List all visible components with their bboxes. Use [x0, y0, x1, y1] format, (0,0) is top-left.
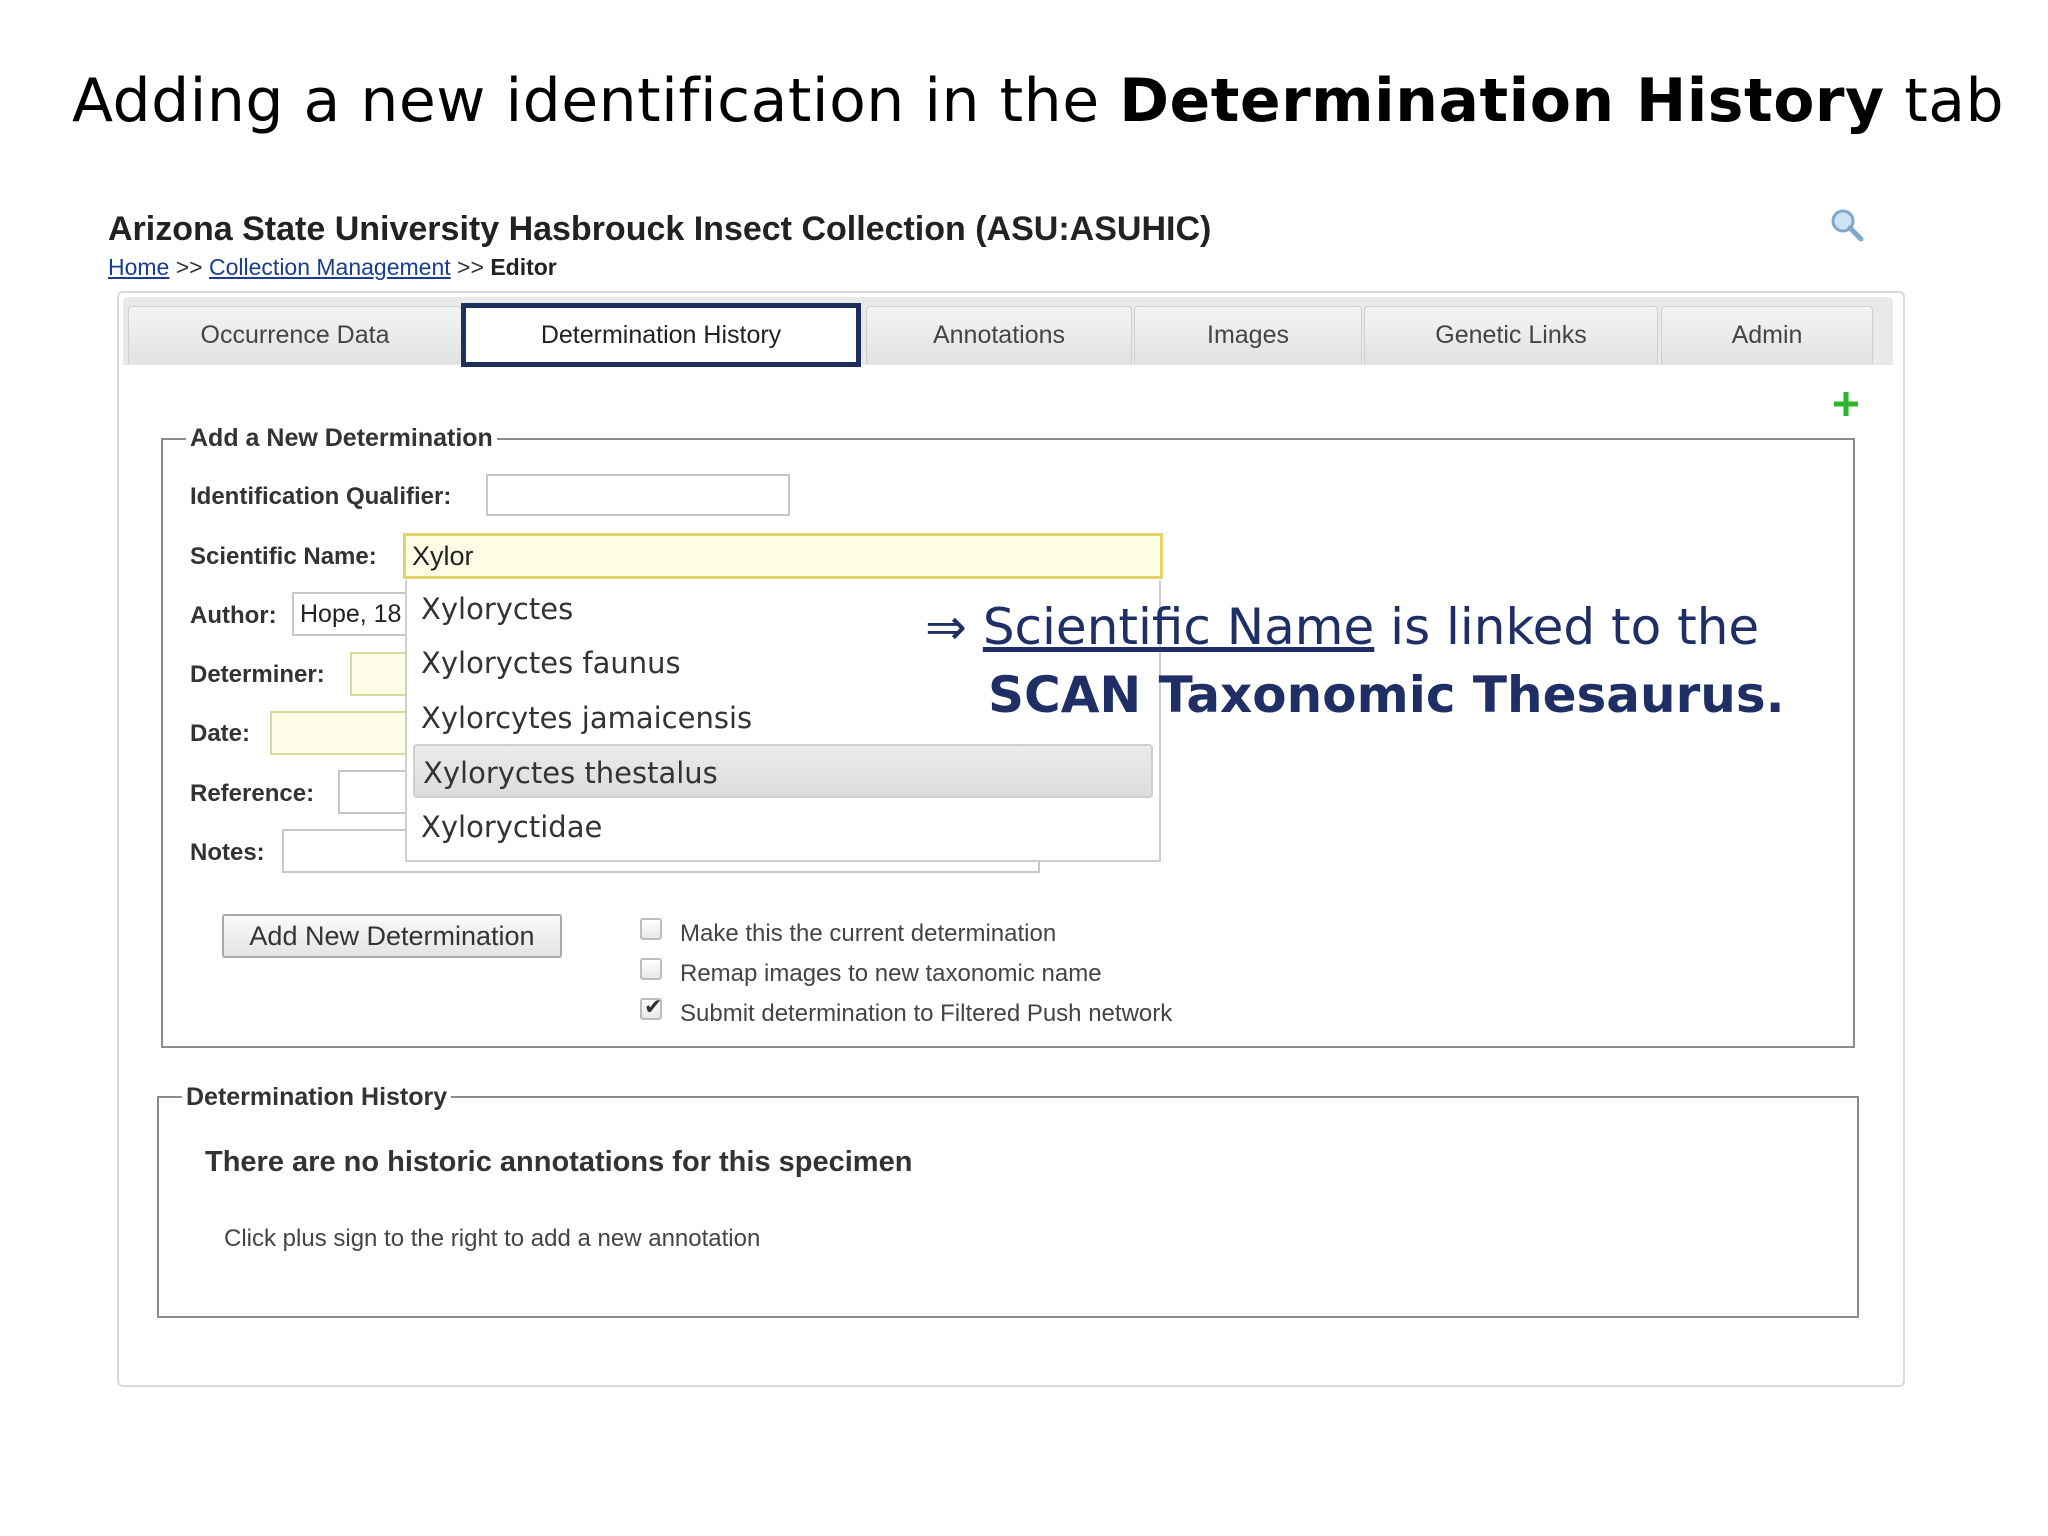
- tab-annotations[interactable]: Annotations: [866, 306, 1132, 364]
- checkmark-icon: ✔: [644, 994, 663, 1019]
- determiner-label: Determiner:: [190, 661, 325, 688]
- annotation-line-2: SCAN Taxonomic Thesaurus.: [988, 666, 1785, 724]
- add-new-determination-button[interactable]: Add New Determination: [222, 914, 562, 958]
- make-current-checkbox[interactable]: [640, 918, 662, 940]
- annotation-line-1: ⇒ Scientific Name is linked to the: [925, 598, 1759, 656]
- breadcrumb: Home >> Collection Management >> Editor: [108, 254, 557, 281]
- slide-title-bold: Determination History: [1119, 66, 1885, 136]
- remap-images-checkbox[interactable]: [640, 958, 662, 980]
- make-current-label: Make this the current determination: [680, 920, 1057, 947]
- tab-genetic-links[interactable]: Genetic Links: [1364, 306, 1658, 364]
- scientific-name-input[interactable]: [403, 533, 1163, 579]
- breadcrumb-collection-management-link[interactable]: Collection Management: [209, 254, 451, 280]
- tab-determination-history[interactable]: Determination History: [461, 303, 861, 367]
- slide-title: Adding a new identification in the Deter…: [72, 66, 2004, 136]
- author-label: Author:: [190, 602, 277, 629]
- history-empty-text: Click plus sign to the right to add a ne…: [224, 1225, 761, 1252]
- date-label: Date:: [190, 720, 251, 747]
- scientific-name-label: Scientific Name:: [190, 543, 377, 570]
- tab-images[interactable]: Images: [1134, 306, 1362, 364]
- tab-occurrence-data[interactable]: Occurrence Data: [128, 306, 462, 364]
- history-empty-heading: There are no historic annotations for th…: [205, 1146, 913, 1178]
- breadcrumb-current: Editor: [490, 254, 557, 280]
- autocomplete-option[interactable]: Xyloryctes: [421, 592, 573, 626]
- notes-label: Notes:: [190, 839, 265, 866]
- identification-qualifier-label: Identification Qualifier:: [190, 483, 452, 510]
- add-determination-legend: Add a New Determination: [186, 424, 497, 453]
- submit-filtered-push-checkbox[interactable]: ✔: [640, 994, 662, 1020]
- search-icon[interactable]: [1828, 206, 1866, 244]
- add-plus-icon[interactable]: [1831, 389, 1861, 419]
- breadcrumb-separator: >>: [175, 254, 203, 280]
- remap-images-label: Remap images to new taxonomic name: [680, 960, 1102, 987]
- breadcrumb-separator: >>: [457, 254, 484, 280]
- annotation-link-text: Scientific Name: [982, 598, 1375, 656]
- reference-label: Reference:: [190, 780, 315, 807]
- tab-admin[interactable]: Admin: [1661, 306, 1873, 364]
- autocomplete-option[interactable]: Xyloryctes faunus: [421, 646, 681, 680]
- identification-qualifier-input[interactable]: [486, 474, 790, 516]
- determination-history-fieldset: [157, 1096, 1859, 1318]
- slide-title-prefix: Adding a new identification in the: [72, 66, 1120, 136]
- submit-filtered-push-label: Submit determination to Filtered Push ne…: [680, 1000, 1173, 1027]
- annotation-line-1-rest: is linked to the: [1374, 598, 1760, 656]
- autocomplete-option[interactable]: Xylorcytes jamaicensis: [421, 701, 752, 735]
- determination-history-legend: Determination History: [182, 1083, 452, 1112]
- slide-title-suffix: tab: [1884, 66, 2005, 136]
- autocomplete-option-highlighted[interactable]: Xyloryctes thestalus: [413, 744, 1153, 798]
- breadcrumb-home-link[interactable]: Home: [108, 254, 169, 280]
- autocomplete-option[interactable]: Xyloryctidae: [421, 810, 602, 844]
- page-title: Arizona State University Hasbrouck Insec…: [108, 210, 1212, 248]
- annotation-arrow: ⇒: [925, 598, 967, 656]
